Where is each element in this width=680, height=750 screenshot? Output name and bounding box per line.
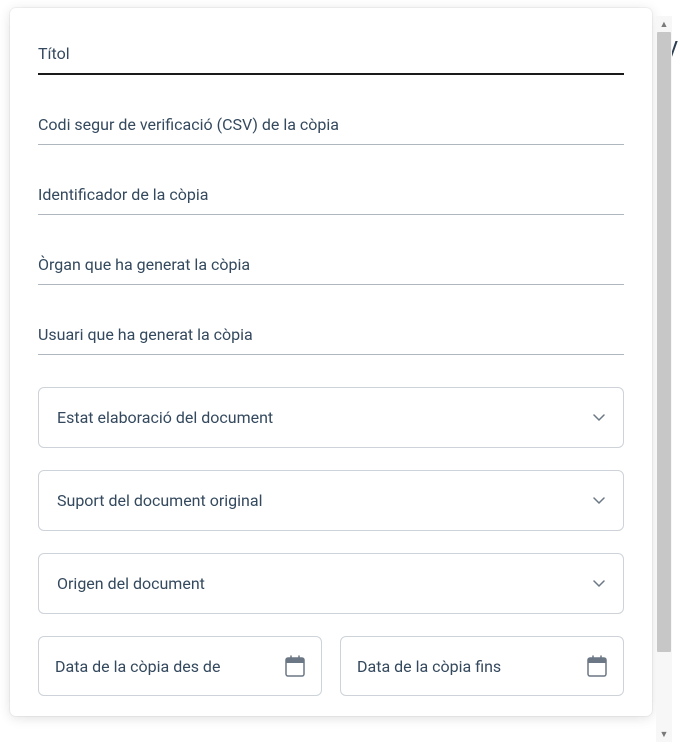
identifier-input[interactable]: [38, 177, 624, 215]
scrollbar-track[interactable]: [657, 32, 671, 726]
date-to-label: Data de la còpia fins: [357, 657, 501, 676]
origen-select-container: Origen del document: [38, 553, 624, 614]
chevron-down-icon: [593, 497, 605, 505]
user-field-container: [38, 317, 624, 355]
suport-select-container: Suport del document original: [38, 470, 624, 531]
date-to-field[interactable]: Data de la còpia fins: [340, 636, 624, 696]
date-range-row: Data de la còpia des de Data de la còpia…: [38, 636, 624, 696]
chevron-down-icon: [593, 580, 605, 588]
date-from-field[interactable]: Data de la còpia des de: [38, 636, 322, 696]
calendar-icon: [587, 655, 607, 677]
search-filter-panel: Estat elaboració del document Suport del…: [10, 8, 652, 716]
chevron-down-icon: [593, 414, 605, 422]
csv-field-container: [38, 107, 624, 145]
organ-field-container: [38, 247, 624, 285]
title-input[interactable]: [38, 36, 624, 75]
csv-input[interactable]: [38, 107, 624, 145]
suport-select[interactable]: Suport del document original: [38, 470, 624, 531]
scrollbar[interactable]: ▲ ▼: [656, 16, 672, 742]
identifier-field-container: [38, 177, 624, 215]
origen-select[interactable]: Origen del document: [38, 553, 624, 614]
origen-select-label: Origen del document: [57, 574, 205, 593]
date-from-label: Data de la còpia des de: [55, 657, 220, 676]
suport-select-label: Suport del document original: [57, 491, 262, 510]
organ-input[interactable]: [38, 247, 624, 285]
user-input[interactable]: [38, 317, 624, 355]
scrollbar-up-arrow-icon[interactable]: ▲: [656, 16, 672, 32]
scrollbar-down-arrow-icon[interactable]: ▼: [656, 726, 672, 742]
title-field-container: [38, 36, 624, 75]
estat-select[interactable]: Estat elaboració del document: [38, 387, 624, 448]
calendar-icon: [285, 655, 305, 677]
scrollbar-thumb[interactable]: [657, 32, 671, 652]
estat-select-container: Estat elaboració del document: [38, 387, 624, 448]
estat-select-label: Estat elaboració del document: [57, 408, 273, 427]
